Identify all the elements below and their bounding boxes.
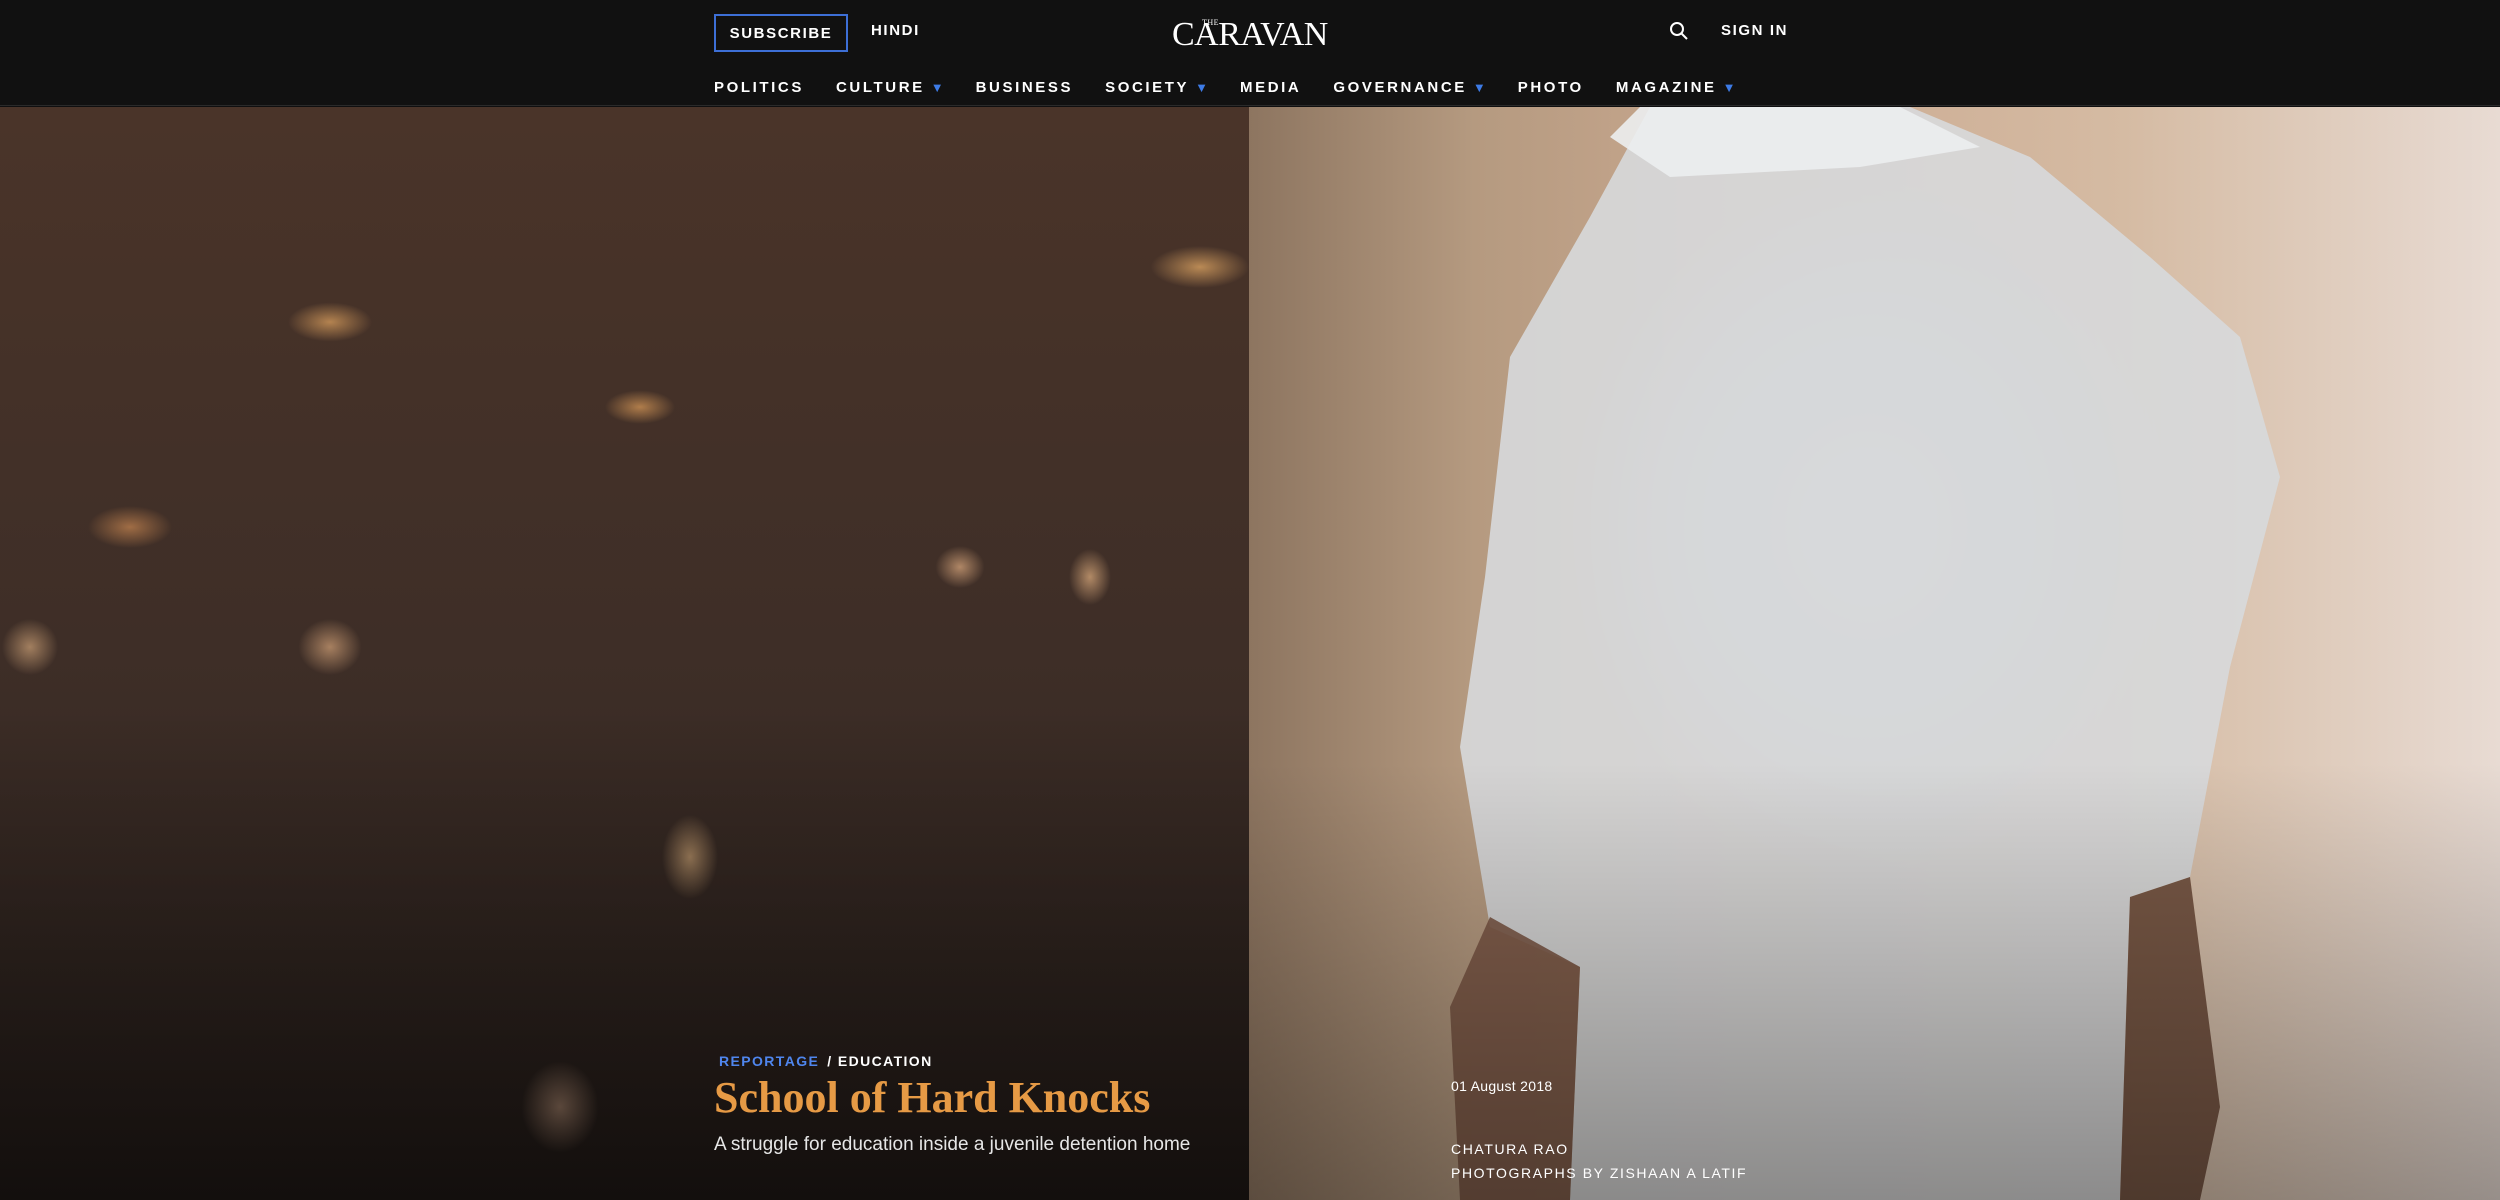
nav-item-label: SOCIETY — [1105, 78, 1190, 96]
nav-item-media[interactable]: MEDIA — [1240, 79, 1301, 96]
hindi-link[interactable]: HINDI — [871, 22, 920, 39]
logo-main-text: CARAVAN — [1172, 16, 1328, 53]
dropdown-caret-icon: ▼ — [1722, 79, 1736, 95]
article-dek: A struggle for education inside a juveni… — [714, 1134, 1191, 1155]
article-byline: CHATURA RAO PHOTOGRAPHS BY ZISHAAN A LAT… — [1451, 1137, 1747, 1185]
subcategory-link[interactable]: / EDUCATION — [827, 1053, 932, 1069]
dropdown-caret-icon: ▼ — [1195, 79, 1209, 95]
photo-credit: PHOTOGRAPHS BY ZISHAAN A LATIF — [1451, 1165, 1748, 1181]
hero-right-gradient-overlay — [1249, 107, 2500, 1200]
nav-item-label: BUSINESS — [975, 78, 1074, 96]
nav-item-label: MAGAZINE — [1615, 78, 1717, 96]
dropdown-caret-icon: ▼ — [1472, 79, 1486, 95]
category-link[interactable]: REPORTAGE — [719, 1053, 819, 1069]
nav-item-label: POLITICS — [714, 78, 804, 96]
dropdown-caret-icon: ▼ — [930, 79, 944, 95]
nav-item-label: PHOTO — [1517, 78, 1584, 96]
article-title[interactable]: School of Hard Knocks — [714, 1072, 1150, 1123]
site-header: SUBSCRIBE HINDI THE CARAVAN SIGN IN POLI… — [0, 0, 2500, 106]
search-icon[interactable] — [1669, 21, 1689, 41]
nav-item-label: CULTURE — [835, 78, 925, 96]
hero-left-gradient-overlay — [0, 107, 1249, 1200]
main-nav: POLITICS CULTURE ▼ BUSINESS SOCIETY ▼ MEDI… — [714, 76, 1768, 98]
nav-item-photo[interactable]: PHOTO — [1518, 79, 1584, 96]
nav-item-society[interactable]: SOCIETY ▼ — [1105, 79, 1208, 96]
nav-item-label: GOVERNANCE — [1333, 78, 1467, 96]
sign-in-link[interactable]: SIGN IN — [1721, 22, 1788, 39]
subscribe-button[interactable]: SUBSCRIBE — [714, 14, 848, 52]
nav-item-magazine[interactable]: MAGAZINE ▼ — [1616, 79, 1736, 96]
article-kicker: REPORTAGE / EDUCATION — [719, 1053, 933, 1069]
article-date: 01 August 2018 — [1451, 1078, 1553, 1094]
site-logo[interactable]: THE CARAVAN — [1172, 14, 1332, 54]
author-name[interactable]: CHATURA RAO — [1451, 1137, 1747, 1161]
nav-item-business[interactable]: BUSINESS — [976, 79, 1074, 96]
nav-item-politics[interactable]: POLITICS — [714, 79, 804, 96]
nav-item-culture[interactable]: CULTURE ▼ — [836, 79, 944, 96]
nav-item-label: MEDIA — [1240, 78, 1302, 96]
nav-item-governance[interactable]: GOVERNANCE ▼ — [1333, 79, 1485, 96]
